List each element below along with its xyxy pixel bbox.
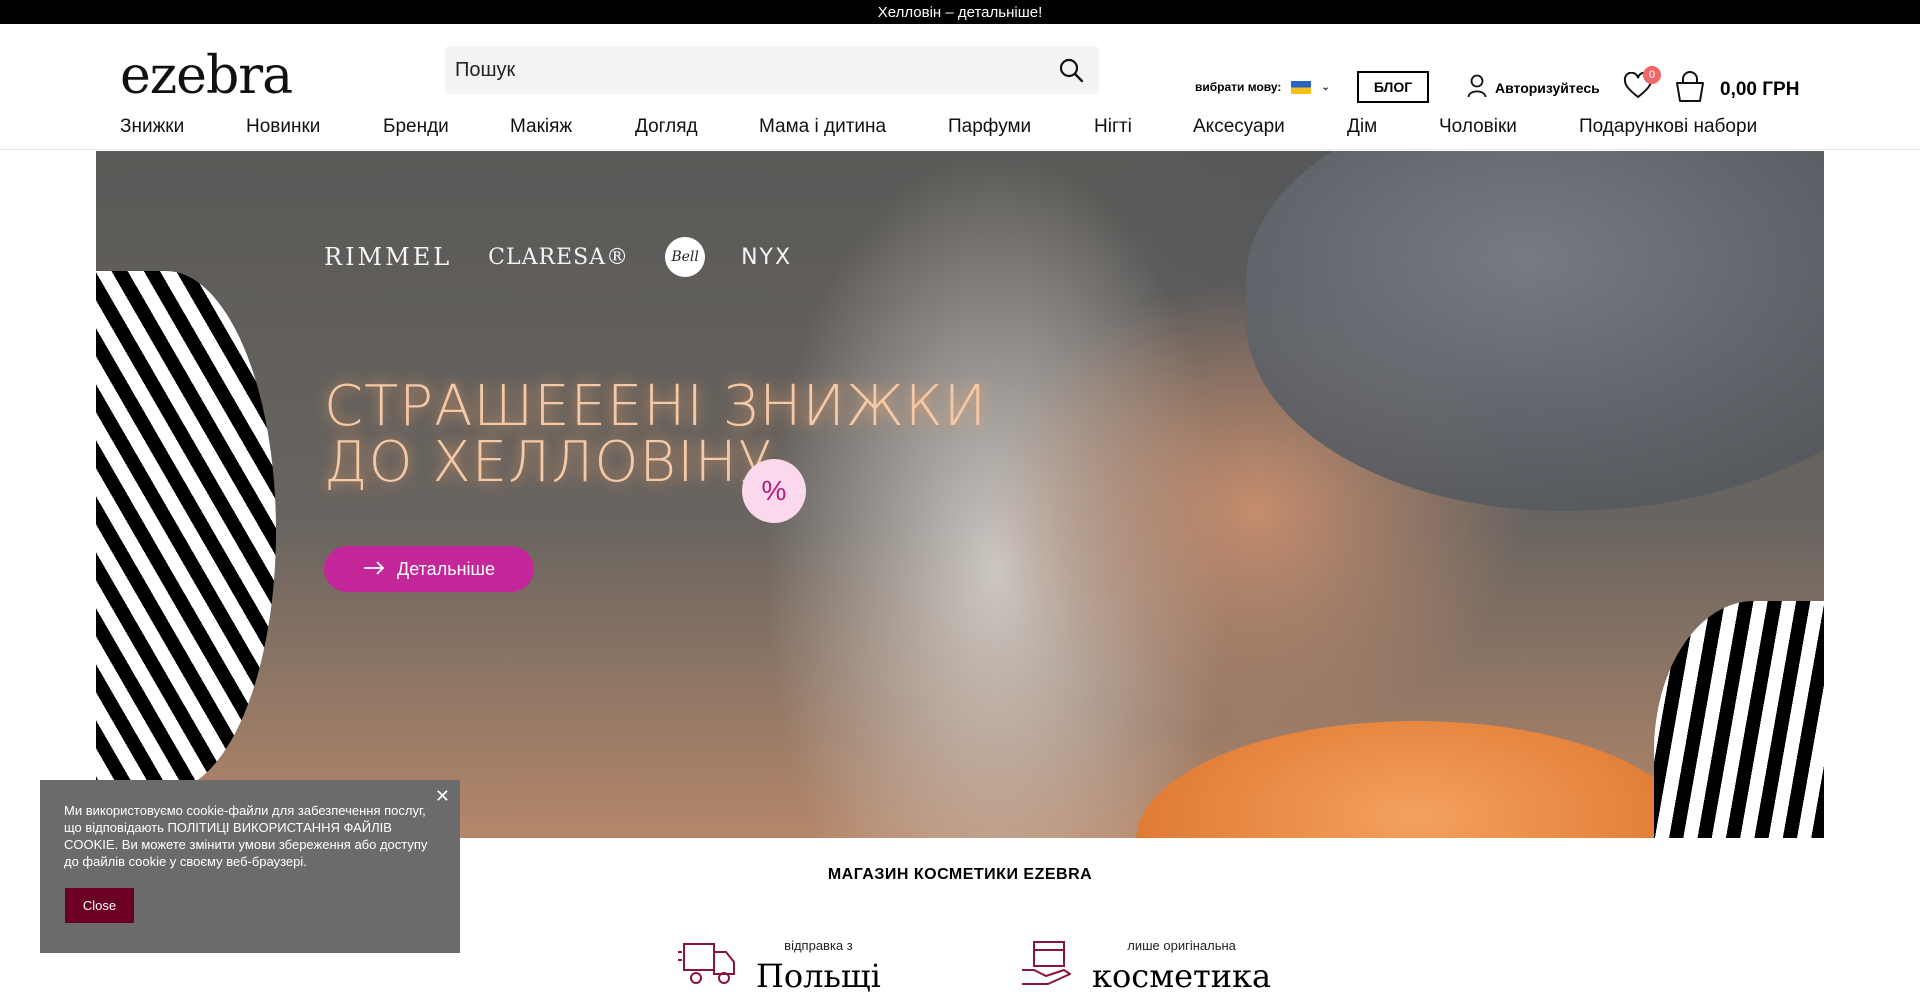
hero-button-label: Детальніше [397, 558, 495, 579]
wishlist-button[interactable]: 0 [1623, 66, 1661, 104]
site-header: ezebra вибрати мову: ⌄ БЛОГ Авторизуйтес… [0, 24, 1920, 110]
nyx-logo: NYX [741, 244, 793, 270]
hero-title: СТРАШЕЕЕНІ ЗНИЖКИ ДО ХЕЛЛОВІНУ [324, 379, 1024, 491]
cart-total[interactable]: 0,00 ГРН [1720, 79, 1799, 101]
bell-logo: Bell [665, 237, 706, 277]
feature-shipping-small: відправка з [784, 938, 853, 953]
hero-pumpkin-shape [1136, 721, 1696, 838]
nav-item-discounts[interactable]: Знижки [120, 116, 184, 138]
rimmel-logo: RIMMEL [324, 243, 453, 271]
nav-item-brands[interactable]: Бренди [383, 116, 449, 138]
shopping-bag-icon [1673, 71, 1707, 108]
nav-item-perfume[interactable]: Парфуми [948, 116, 1031, 138]
arrow-right-icon [363, 559, 385, 580]
heart-icon [1623, 71, 1653, 104]
feature-original-big: косметика [1092, 957, 1272, 995]
chevron-down-icon: ⌄ [1321, 81, 1330, 93]
close-icon[interactable]: ✕ [435, 787, 450, 805]
nav-item-new[interactable]: Новинки [246, 116, 320, 138]
nav-item-home[interactable]: Дім [1347, 116, 1377, 138]
nav-item-gift-sets[interactable]: Подарункові набори [1579, 116, 1757, 138]
feature-original: лише оригінальна косметика [1020, 938, 1271, 995]
login-link[interactable]: Авторизуйтесь [1467, 74, 1600, 101]
nav-item-mom-and-child[interactable]: Мама і дитина [759, 116, 886, 138]
feature-shipping-big: Польщі [756, 957, 881, 995]
cookie-banner: ✕ Ми використовуємо cookie-файли для заб… [40, 780, 460, 953]
login-label: Авторизуйтесь [1495, 79, 1600, 96]
cookie-text: Ми використовуємо cookie-файли для забез… [64, 803, 428, 869]
search-input[interactable] [455, 58, 1053, 82]
nav-item-nails[interactable]: Нігті [1094, 116, 1132, 138]
wishlist-count-badge: 0 [1643, 66, 1661, 84]
cookie-close-button[interactable]: Close [65, 888, 134, 923]
box-hand-icon [1020, 938, 1074, 991]
hero-title-line2: ДО ХЕЛЛОВІНУ [324, 430, 773, 495]
hero-hat-shape [1246, 151, 1824, 511]
language-selector[interactable]: вибрати мову: ⌄ [1195, 80, 1330, 94]
hero-banner[interactable]: RIMMEL CLARESA® Bell NYX СТРАШЕЕЕНІ ЗНИЖ… [96, 151, 1824, 838]
zebra-pattern-left [96, 271, 276, 791]
ua-flag-icon [1291, 80, 1312, 94]
hero-details-button[interactable]: Детальніше [324, 546, 534, 592]
hero-title-line1: СТРАШЕЕЕНІ ЗНИЖКИ [324, 374, 987, 439]
blog-button[interactable]: БЛОГ [1357, 71, 1429, 103]
nav-item-makeup[interactable]: Макіяж [510, 116, 572, 138]
feature-shipping: відправка з Польщі [678, 938, 881, 995]
nav-item-care[interactable]: Догляд [635, 116, 698, 138]
main-nav: Знижки Новинки Бренди Макіяж Догляд Мама… [0, 110, 1920, 150]
percent-badge: % [742, 459, 806, 523]
promo-text[interactable]: Хелловін – детальніше! [878, 4, 1043, 21]
zebra-pattern-right [1654, 601, 1824, 838]
search-bar [445, 46, 1099, 94]
language-label: вибрати мову: [1195, 80, 1282, 94]
delivery-truck-icon [678, 938, 738, 991]
promo-topbar[interactable]: Хелловін – детальніше! [0, 0, 1920, 24]
feature-original-small: лише оригінальна [1127, 938, 1236, 953]
nav-item-men[interactable]: Чоловіки [1439, 116, 1517, 138]
cart-button[interactable] [1673, 70, 1707, 104]
claresa-logo: CLARESA® [488, 244, 630, 270]
nav-item-accessories[interactable]: Аксесуари [1193, 116, 1285, 138]
search-icon[interactable] [1053, 52, 1089, 88]
hero-brand-logos: RIMMEL CLARESA® Bell NYX [324, 237, 792, 277]
user-icon [1467, 74, 1487, 101]
ezebra-logo[interactable]: ezebra [118, 50, 293, 102]
